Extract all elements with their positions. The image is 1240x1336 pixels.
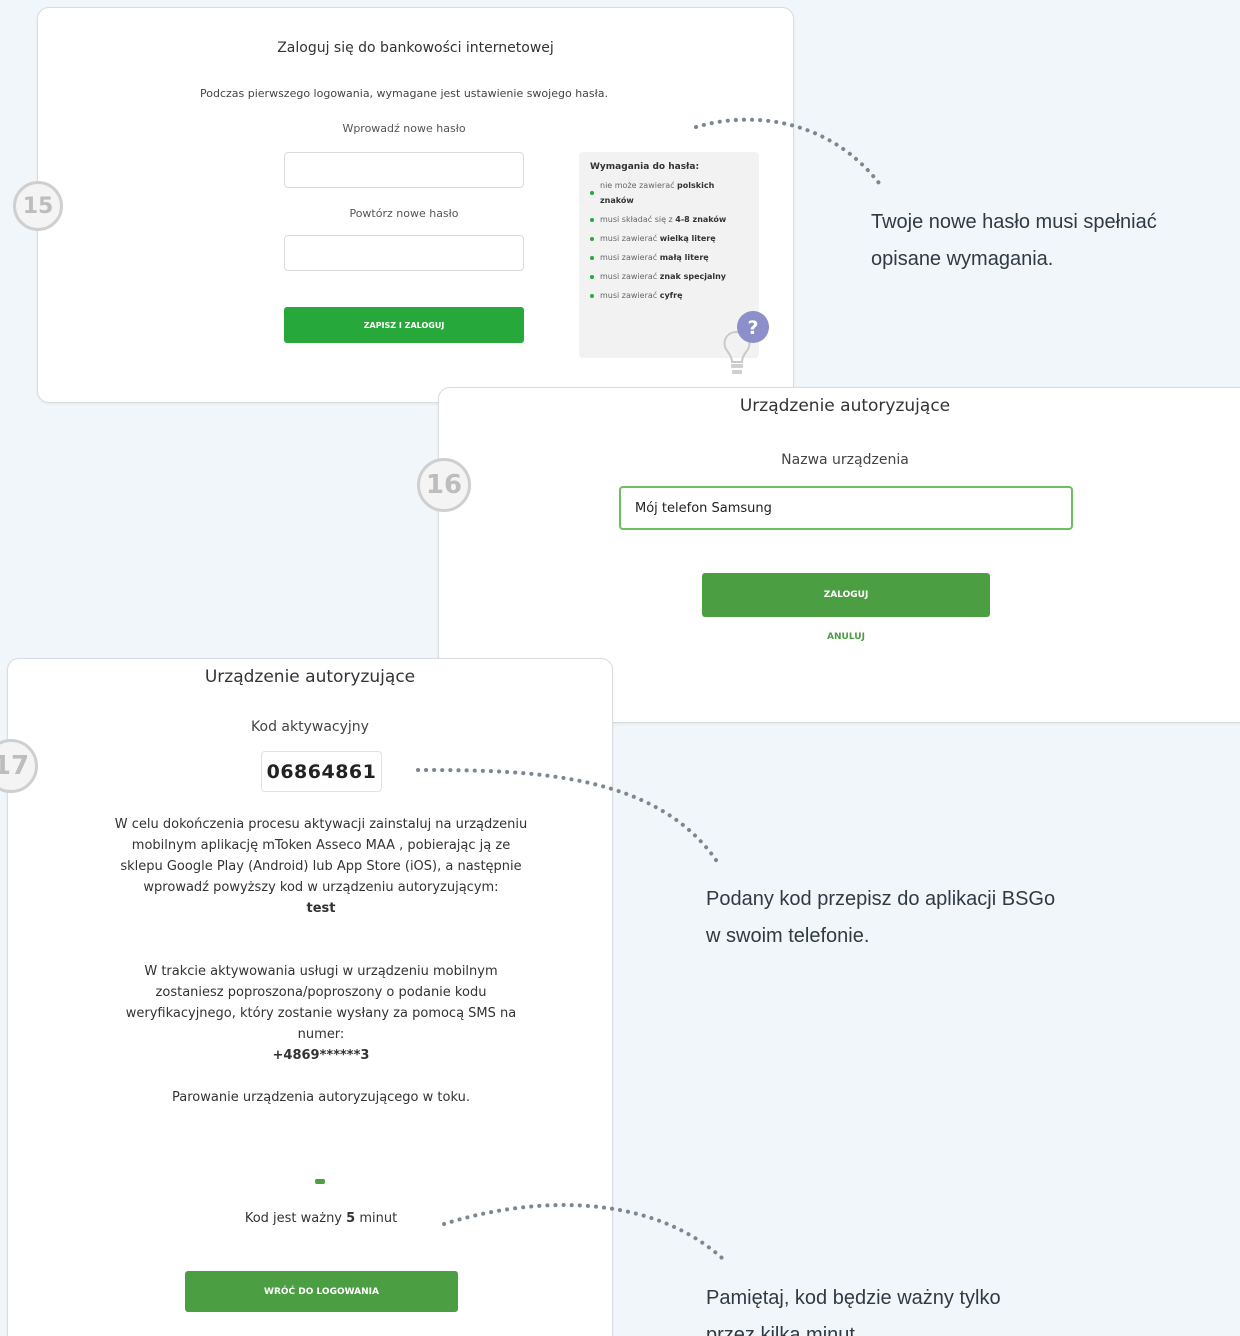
pairing-status: Parowanie urządzenia autoryzującego w to… — [172, 1090, 470, 1105]
requirement-item: musi zawierać znak specjalny — [590, 269, 749, 284]
repeat-password-label: Powtórz nowe hasło — [349, 207, 459, 220]
annotation-dots-2 — [416, 768, 722, 868]
annotation-code-validity: Pamiętaj, kod będzie ważny tylko przez k… — [706, 1287, 1001, 1336]
device-name-value: test — [306, 901, 336, 916]
device-panel-title: Urządzenie autoryzujące — [739, 396, 951, 416]
save-and-login-button[interactable]: ZAPISZ I ZALOGUJ — [284, 307, 524, 343]
back-to-login-button[interactable]: WRÓĆ DO LOGOWANIA — [185, 1271, 458, 1312]
step-number-16: 16 — [417, 458, 471, 512]
sms-info: W trakcie aktywowania usługi w urządzeni… — [125, 964, 517, 1063]
annotation-dots-1 — [694, 117, 884, 189]
step-number-15: 15 — [13, 181, 63, 231]
password-setup-panel: Zaloguj się do bankowości internetowej P… — [37, 7, 794, 403]
loading-indicator — [315, 1179, 325, 1184]
new-password-label: Wprowadź nowe hasło — [342, 122, 466, 135]
question-bulb-icon[interactable]: ? — [715, 310, 775, 380]
password-setup-title: Zaloguj się do bankowości internetowej — [277, 40, 554, 56]
annotation-password-requirements: Twoje nowe hasło musi spełniać opisane w… — [871, 211, 1157, 270]
requirement-item: musi zawierać cyfrę — [590, 288, 749, 303]
password-setup-subtitle: Podczas pierwszego logowania, wymagane j… — [200, 87, 608, 100]
requirement-item: musi zawierać wielką literę — [590, 231, 749, 246]
login-button[interactable]: ZALOGUJ — [702, 573, 990, 617]
svg-text:?: ? — [747, 317, 758, 339]
activation-code-box: 06864861 — [261, 751, 382, 792]
annotation-copy-code: Podany kod przepisz do aplikacji BSGo w … — [706, 888, 1056, 947]
phone-number: +4869******3 — [272, 1048, 370, 1063]
repeat-password-input[interactable] — [284, 235, 524, 271]
activation-panel-title: Urządzenie autoryzujące — [204, 667, 416, 687]
annotation-dots-3 — [442, 1203, 724, 1260]
activation-code-label: Kod aktywacyjny — [251, 719, 369, 735]
requirement-item: musi składać się z 4-8 znaków — [590, 212, 749, 227]
device-name-input[interactable]: Mój telefon Samsung — [619, 486, 1073, 530]
requirements-list: nie może zawierać polskich znaków musi s… — [590, 178, 749, 303]
device-name-label: Nazwa urządzenia — [781, 452, 909, 468]
cancel-link[interactable]: ANULUJ — [702, 632, 990, 642]
requirement-item: musi zawierać małą literę — [590, 250, 749, 265]
new-password-input[interactable] — [284, 152, 524, 188]
